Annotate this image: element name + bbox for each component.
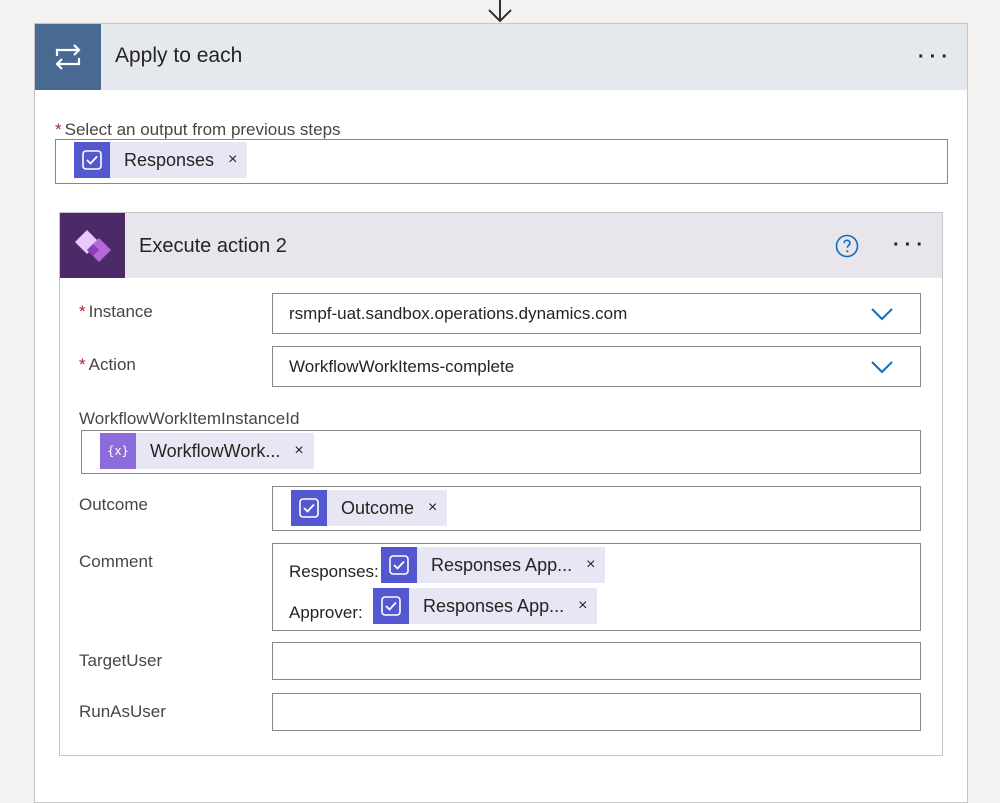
approval-icon	[381, 547, 417, 583]
comment-responses-token[interactable]: Responses App... ×	[381, 547, 606, 583]
chevron-down-icon[interactable]	[870, 359, 894, 375]
approval-icon	[291, 490, 327, 526]
select-output-label-text: Select an output from previous steps	[64, 120, 341, 139]
instance-label-text: Instance	[88, 302, 153, 321]
approval-icon	[74, 142, 110, 178]
outcome-label: Outcome	[79, 495, 148, 514]
responses-token[interactable]: Responses ×	[74, 142, 248, 178]
instance-id-token[interactable]: {x} WorkflowWork... ×	[100, 433, 314, 469]
arrow-down-icon	[488, 0, 512, 23]
action-value: WorkflowWorkItems-complete	[289, 357, 515, 376]
execute-action-title: Execute action 2	[139, 235, 287, 257]
svg-text:{x}: {x}	[107, 444, 129, 458]
outcome-token-label: Outcome	[341, 497, 415, 518]
instance-id-token-remove-button[interactable]: ×	[280, 442, 313, 460]
responses-token-remove-button[interactable]: ×	[214, 151, 247, 169]
target-user-label: TargetUser	[79, 651, 163, 670]
comment-approver-token-label: Responses App...	[423, 595, 565, 616]
comment-responses-token-remove-button[interactable]: ×	[572, 556, 605, 574]
outcome-token-remove-button[interactable]: ×	[414, 499, 447, 517]
chevron-down-icon[interactable]	[870, 306, 894, 322]
comment-responses-token-label: Responses App...	[431, 554, 573, 575]
required-mark: *	[79, 355, 86, 374]
outcome-token[interactable]: Outcome ×	[291, 490, 448, 526]
instance-label: * Instance	[79, 302, 153, 322]
loop-icon	[35, 24, 101, 90]
required-mark: *	[79, 302, 86, 321]
run-as-user-label: RunAsUser	[79, 702, 166, 721]
instance-id-token-label: WorkflowWork...	[150, 440, 281, 461]
execute-action-more-button[interactable]: ···	[893, 235, 928, 255]
action-label: * Action	[79, 355, 136, 375]
action-label-text: Action	[88, 355, 136, 374]
select-output-label: * Select an output from previous steps	[55, 120, 341, 140]
target-user-input[interactable]	[272, 642, 921, 680]
comment-approver-token-remove-button[interactable]: ×	[564, 597, 597, 615]
instance-id-label: WorkflowWorkItemInstanceId	[79, 409, 300, 428]
comment-approver-token[interactable]: Responses App... ×	[373, 588, 598, 624]
power-apps-icon	[60, 213, 125, 278]
comment-line1-prefix: Responses:	[289, 562, 379, 581]
apply-to-each-more-button[interactable]: ···	[918, 47, 953, 67]
comment-label: Comment	[79, 552, 153, 571]
variable-icon: {x}	[100, 433, 136, 469]
instance-value: rsmpf-uat.sandbox.operations.dynamics.co…	[289, 304, 628, 323]
required-mark: *	[55, 120, 62, 139]
comment-line2-prefix: Approver:	[289, 603, 363, 622]
responses-token-label: Responses	[124, 149, 215, 170]
help-circle-icon[interactable]	[835, 234, 859, 258]
approval-icon	[373, 588, 409, 624]
apply-to-each-title: Apply to each	[115, 44, 243, 67]
run-as-user-input[interactable]	[272, 693, 921, 731]
